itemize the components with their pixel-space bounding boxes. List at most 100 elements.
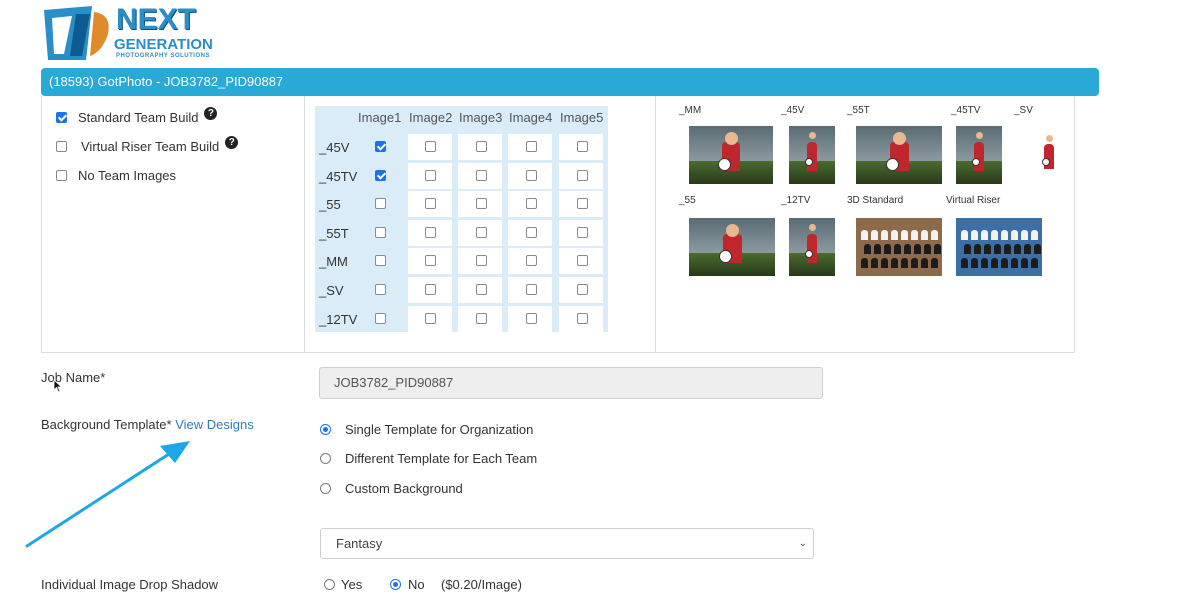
drop-shadow-no-radio[interactable] xyxy=(390,579,401,590)
drop-shadow-no[interactable]: No xyxy=(390,577,425,592)
preview-thumbnail[interactable] xyxy=(789,126,835,184)
grid-row-label: _55 xyxy=(319,197,341,213)
grid-checkbox[interactable] xyxy=(425,226,436,238)
grid-checkbox[interactable] xyxy=(476,198,487,210)
design-select[interactable]: Fantasy ⌄ xyxy=(320,528,814,559)
drop-shadow-price-note: ($0.20/Image) xyxy=(441,577,522,592)
grid-column-header: Image2 xyxy=(409,110,453,125)
preview-thumbnail[interactable] xyxy=(689,126,773,184)
logo-text-next: NEXT xyxy=(116,3,197,36)
virtual-riser-team-build-checkbox[interactable] xyxy=(56,141,67,152)
company-logo: NEXT GENERATION PHOTOGRAPHY SOLUTIONS xyxy=(42,4,228,64)
grid-checkbox[interactable] xyxy=(577,198,588,210)
panel-divider xyxy=(304,96,305,353)
view-designs-link[interactable]: View Designs xyxy=(175,417,254,432)
grid-checkbox[interactable] xyxy=(526,198,537,210)
option-label: Virtual Riser Team Build xyxy=(81,139,220,154)
grid-checkbox[interactable] xyxy=(375,312,386,324)
grid-checkbox[interactable] xyxy=(425,169,436,181)
preview-label: 3D Standard xyxy=(847,195,904,206)
option-label: No Team Images xyxy=(78,168,177,183)
preview-label: _MM xyxy=(679,105,702,116)
grid-checkbox[interactable] xyxy=(375,198,386,210)
job-title-bar: (18593) GotPhoto - JOB3782_PID90887 xyxy=(41,68,1099,96)
help-icon[interactable]: ? xyxy=(204,107,218,120)
grid-checkbox[interactable] xyxy=(476,226,487,238)
grid-checkbox[interactable] xyxy=(577,284,588,295)
grid-checkbox[interactable] xyxy=(476,255,487,267)
grid-checkbox[interactable] xyxy=(476,141,487,152)
standard-team-build-checkbox[interactable] xyxy=(56,112,67,123)
option-standard-team-build[interactable]: Standard Team Build ? xyxy=(56,107,218,125)
preview-label: Virtual Riser xyxy=(946,195,1001,206)
preview-thumbnail[interactable] xyxy=(856,218,942,276)
mouse-cursor-icon xyxy=(53,379,63,393)
grid-checkbox[interactable] xyxy=(425,141,436,152)
radio-label: Custom Background xyxy=(345,481,463,496)
grid-checkbox[interactable] xyxy=(526,255,537,267)
grid-row-label: _MM xyxy=(319,254,348,270)
grid-checkbox[interactable] xyxy=(375,141,386,152)
grid-checkbox[interactable] xyxy=(375,169,386,181)
radio-different-template[interactable]: Different Template for Each Team xyxy=(320,451,537,466)
preview-label: _45V xyxy=(781,105,805,116)
grid-checkbox[interactable] xyxy=(476,284,487,295)
grid-checkbox[interactable] xyxy=(425,312,436,324)
grid-checkbox[interactable] xyxy=(375,284,386,295)
preview-thumbnail[interactable] xyxy=(956,126,1002,184)
logo-mark-icon xyxy=(44,6,109,60)
job-name-input[interactable]: JOB3782_PID90887 xyxy=(319,367,823,399)
preview-label: _45TV xyxy=(951,105,981,116)
radio-custom-background[interactable]: Custom Background xyxy=(320,481,463,496)
grid-checkbox[interactable] xyxy=(577,141,588,152)
single-template-radio[interactable] xyxy=(320,424,331,435)
grid-checkbox[interactable] xyxy=(476,169,487,181)
grid-checkbox[interactable] xyxy=(425,255,436,267)
grid-checkbox[interactable] xyxy=(526,284,537,295)
option-label: Standard Team Build xyxy=(78,110,199,125)
preview-thumbnail[interactable] xyxy=(856,126,942,184)
background-template-label-text: Background Template* xyxy=(41,417,172,432)
grid-checkbox[interactable] xyxy=(425,284,436,295)
different-template-radio[interactable] xyxy=(320,453,331,464)
grid-column-header: Image1 xyxy=(358,110,402,125)
preview-thumbnail[interactable] xyxy=(1040,130,1058,180)
grid-checkbox[interactable] xyxy=(577,312,588,324)
grid-checkbox[interactable] xyxy=(425,198,436,210)
grid-row-label: _45V xyxy=(319,140,350,155)
preview-thumbnail[interactable] xyxy=(956,218,1042,276)
image-selection-grid: Image1 Image2 Image3 Image4 Image5 _45V _45TV _… xyxy=(315,106,608,332)
help-icon[interactable]: ? xyxy=(225,136,239,149)
preview-label: _55 xyxy=(679,195,696,206)
drop-shadow-yes[interactable]: Yes xyxy=(324,577,362,592)
grid-checkbox[interactable] xyxy=(476,312,487,324)
preview-label: _12TV xyxy=(781,195,811,206)
grid-checkbox[interactable] xyxy=(526,141,537,152)
panel-divider xyxy=(655,96,656,353)
drop-shadow-yes-radio[interactable] xyxy=(324,579,335,590)
grid-checkbox[interactable] xyxy=(577,226,588,238)
radio-label: Yes xyxy=(341,577,363,592)
grid-checkbox[interactable] xyxy=(577,255,588,267)
radio-label: No xyxy=(408,577,425,592)
grid-checkbox[interactable] xyxy=(375,255,386,267)
grid-row-label: _SV xyxy=(319,283,344,298)
grid-column-header: Image4 xyxy=(509,110,553,125)
grid-row-label: _12TV xyxy=(319,311,358,327)
preview-label: _SV xyxy=(1014,105,1033,116)
grid-checkbox[interactable] xyxy=(526,169,537,181)
option-no-team-images[interactable]: No Team Images xyxy=(56,168,176,183)
option-virtual-riser-team-build[interactable]: Virtual Riser Team Build ? xyxy=(56,136,239,154)
job-name-label: Job Name* xyxy=(41,370,106,385)
radio-single-template[interactable]: Single Template for Organization xyxy=(320,422,533,437)
grid-checkbox[interactable] xyxy=(526,226,537,238)
grid-checkbox[interactable] xyxy=(577,169,588,181)
no-team-images-checkbox[interactable] xyxy=(56,170,67,181)
preview-thumbnail[interactable] xyxy=(689,218,775,276)
background-template-label: Background Template* View Designs xyxy=(41,417,254,432)
drop-shadow-label: Individual Image Drop Shadow xyxy=(41,577,219,592)
preview-thumbnail[interactable] xyxy=(789,218,835,276)
custom-background-radio[interactable] xyxy=(320,483,331,494)
grid-checkbox[interactable] xyxy=(375,226,386,238)
grid-checkbox[interactable] xyxy=(526,312,537,324)
